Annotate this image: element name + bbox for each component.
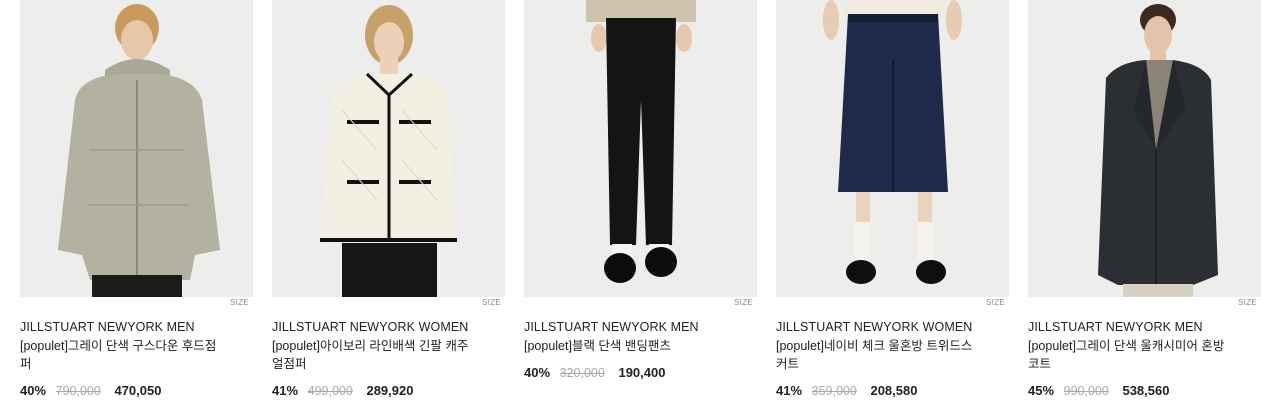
size-label[interactable]: SIZE [230, 298, 249, 307]
product-card[interactable]: SIZE JILLSTUART NEWYORK WOMEN [populet]네… [776, 0, 1009, 398]
product-image[interactable] [272, 0, 505, 297]
price-row: 45% 990,000 538,560 [1028, 383, 1169, 398]
product-brand: JILLSTUART NEWYORK MEN [1028, 320, 1203, 334]
discount-rate: 40% [20, 383, 47, 398]
discount-rate: 40% [524, 365, 551, 380]
product-name[interactable]: [populet]아이보리 라인배색 긴팔 캐주얼점퍼 [272, 337, 472, 373]
product-brand: JILLSTUART NEWYORK MEN [20, 320, 195, 334]
size-label[interactable]: SIZE [1238, 298, 1257, 307]
price-row: 40% 320,000 190,400 [524, 365, 665, 380]
product-image[interactable] [1028, 0, 1261, 297]
product-card[interactable]: SIZE JILLSTUART NEWYORK WOMEN [populet]아… [272, 0, 505, 398]
price-row: 41% 499,000 289,920 [272, 383, 413, 398]
sale-price: 538,560 [1122, 383, 1170, 398]
original-price: 990,000 [1063, 384, 1109, 398]
original-price: 359,000 [811, 384, 857, 398]
original-price: 790,000 [55, 384, 101, 398]
price-row: 40% 790,000 470,050 [20, 383, 161, 398]
product-brand: JILLSTUART NEWYORK MEN [524, 320, 699, 334]
discount-rate: 41% [776, 383, 803, 398]
original-price: 320,000 [559, 366, 605, 380]
product-brand: JILLSTUART NEWYORK WOMEN [776, 320, 973, 334]
product-image[interactable] [524, 0, 757, 297]
product-name[interactable]: [populet]그레이 단색 구스다운 후드점퍼 [20, 337, 220, 373]
product-image[interactable] [20, 0, 253, 297]
sale-price: 190,400 [618, 365, 666, 380]
product-name[interactable]: [populet]블랙 단색 밴딩팬츠 [524, 337, 724, 355]
product-brand: JILLSTUART NEWYORK WOMEN [272, 320, 469, 334]
size-label[interactable]: SIZE [734, 298, 753, 307]
size-label[interactable]: SIZE [482, 298, 501, 307]
product-name[interactable]: [populet]네이비 체크 울혼방 트위드스커트 [776, 337, 976, 373]
product-grid: SIZE JILLSTUART NEWYORK MEN [populet]그레이… [0, 0, 1261, 420]
discount-rate: 45% [1028, 383, 1055, 398]
size-label[interactable]: SIZE [986, 298, 1005, 307]
product-card[interactable]: SIZE JILLSTUART NEWYORK MEN [populet]그레이… [20, 0, 253, 398]
product-card[interactable]: SIZE JILLSTUART NEWYORK MEN [populet]그레이… [1028, 0, 1261, 398]
product-image[interactable] [776, 0, 1009, 297]
product-card[interactable]: SIZE JILLSTUART NEWYORK MEN [populet]블랙 … [524, 0, 757, 380]
sale-price: 289,920 [366, 383, 414, 398]
product-name[interactable]: [populet]그레이 단색 울캐시미어 혼방 코트 [1028, 337, 1228, 373]
price-row: 41% 359,000 208,580 [776, 383, 917, 398]
discount-rate: 41% [272, 383, 299, 398]
original-price: 499,000 [307, 384, 353, 398]
sale-price: 208,580 [870, 383, 918, 398]
sale-price: 470,050 [114, 383, 162, 398]
